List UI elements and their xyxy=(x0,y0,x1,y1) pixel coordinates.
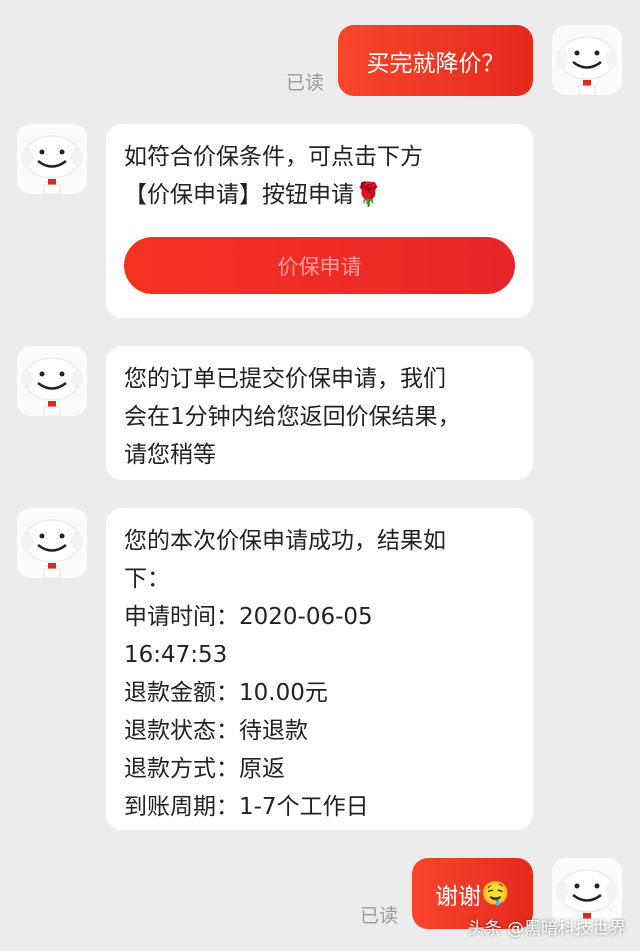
message-text: 谢谢 xyxy=(435,883,482,910)
price-protect-apply-button[interactable]: 价保申请 xyxy=(124,237,515,294)
bot-avatar[interactable] xyxy=(17,508,87,578)
jd-dog-mascot-icon xyxy=(556,36,618,95)
jd-dog-mascot-icon xyxy=(21,357,83,416)
read-status: 已读 xyxy=(360,905,399,927)
bot-avatar[interactable] xyxy=(17,124,87,194)
user-avatar[interactable] xyxy=(552,25,622,95)
message-line: 您的本次价保申请成功，结果如 xyxy=(124,528,446,554)
apply-time-line: 申请时间：2020-06-05 xyxy=(124,604,373,630)
read-status: 已读 xyxy=(286,72,325,94)
refund-period-line: 到账周期：1-7个工作日 xyxy=(124,794,369,820)
drooling-face-icon: 🤤 xyxy=(481,881,510,907)
message-line: 您的订单已提交价保申请，我们 xyxy=(124,366,446,392)
jd-dog-mascot-icon xyxy=(21,519,83,578)
message-line: 会在1分钟内给您返回价保结果， xyxy=(124,404,461,430)
bot-message-bubble: 您的订单已提交价保申请，我们 会在1分钟内给您返回价保结果， 请您稍等 xyxy=(106,346,533,480)
message-text: 买完就降价？ xyxy=(366,50,505,77)
rose-icon: 🌹 xyxy=(354,182,383,208)
message-line: 【价保申请】按钮申请🌹 xyxy=(124,182,383,208)
bot-message-bubble: 您的本次价保申请成功，结果如 下： 申请时间：2020-06-05 16:47:… xyxy=(106,508,533,830)
message-line: 请您稍等 xyxy=(124,442,216,468)
bot-avatar[interactable] xyxy=(17,346,87,416)
apply-time-continued: 16:47:53 xyxy=(124,642,228,668)
watermark: 头条 @黑暗科技世界 xyxy=(467,919,626,939)
refund-status-line: 退款状态：待退款 xyxy=(124,718,308,744)
refund-amount-line: 退款金额：10.00元 xyxy=(124,680,328,706)
user-message-bubble[interactable]: 买完就降价？ xyxy=(338,25,533,96)
message-line: 下： xyxy=(124,566,170,592)
message-line: 如符合价保条件，可点击下方 xyxy=(124,144,423,170)
refund-method-line: 退款方式：原返 xyxy=(124,756,285,782)
jd-dog-mascot-icon xyxy=(21,135,83,194)
